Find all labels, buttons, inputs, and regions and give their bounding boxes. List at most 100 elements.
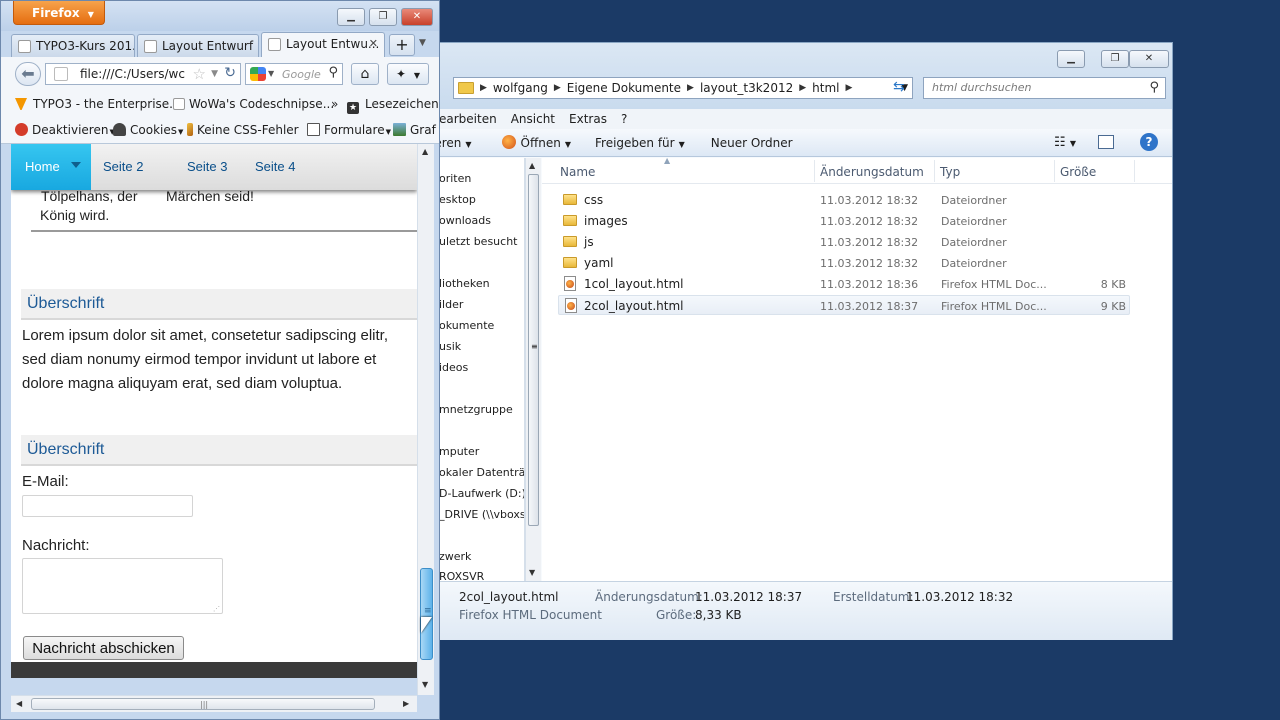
nav-seite-2[interactable]: Seite 2 [103,159,143,174]
nav-item-desktop[interactable]: esktop [439,193,476,206]
column-separator[interactable] [934,160,935,182]
breadcrumb-item[interactable]: wolfgang [487,81,554,95]
wd-images-menu[interactable]: Graf [393,123,436,137]
scroll-down-icon[interactable]: ▼ [529,568,535,577]
file-row[interactable]: 1col_layout.html 11.03.2012 18:36 Firefo… [558,274,1130,294]
new-tab-button[interactable]: + [389,34,415,56]
bookmarks-menu-button[interactable]: ★ Lesezeichen [347,97,439,114]
nav-item-shared-drive[interactable]: _DRIVE (\\vboxs [439,508,524,521]
page-horizontal-scroll-thumb[interactable]: ||| [31,698,375,710]
close-tab-icon[interactable]: ✕ [369,37,378,50]
file-row[interactable]: yaml 11.03.2012 18:32 Dateiordner [558,253,1130,273]
bookmark-typo3[interactable]: TYPO3 - the Enterprise... [15,97,181,111]
nav-item-recent[interactable]: uletzt besucht [439,235,517,248]
nav-item-computer[interactable]: mputer [439,445,479,458]
bookmark-wowa[interactable]: WoWa's Codeschnipse... [173,97,334,111]
nav-pane-scroll-thumb[interactable]: ≡ [528,174,539,526]
nav-item-server[interactable]: ROXSVR [439,570,484,581]
scroll-up-icon[interactable]: ▲ [529,161,535,170]
column-header-date[interactable]: Änderungsdatum [820,165,924,179]
tab-list-dropdown-icon[interactable]: ▼ [419,38,426,48]
breadcrumb-item[interactable]: layout_t3k2012 [694,81,799,95]
menu-help[interactable]: ? [621,112,627,126]
scroll-left-icon[interactable]: ◀ [16,699,22,708]
file-row-selected[interactable]: 2col_layout.html 11.03.2012 18:37 Firefo… [558,295,1130,315]
resize-grip-icon[interactable]: ⋰ [213,605,220,613]
column-header-name[interactable]: Name [560,165,595,179]
email-field[interactable] [22,495,193,517]
breadcrumb-item[interactable]: Eigene Dokumente [561,81,687,95]
column-header-size[interactable]: Größe [1060,165,1096,179]
url-history-dropdown-icon[interactable]: ▼ [211,69,218,79]
nav-item-downloads[interactable]: ownloads [439,214,491,227]
share-button[interactable]: Freigeben für ▼ [585,136,695,150]
refresh-icon[interactable]: ⇆ [893,79,905,95]
nav-pane-scrollbar[interactable]: ▲ ≡ ▼ [525,158,541,581]
wd-css-menu[interactable]: Keine CSS-Fehler [187,123,299,137]
scroll-up-icon[interactable]: ▲ [422,147,428,156]
explorer-maximize-button[interactable]: ❐ [1101,50,1129,68]
bookmarks-overflow-button[interactable]: » [331,97,338,111]
firefox-minimize-button[interactable]: ▁ [337,8,365,26]
explorer-minimize-button[interactable]: ▁ [1057,50,1085,68]
open-button[interactable]: Öffnen ▼ [492,135,581,150]
message-textarea[interactable]: ⋰ [22,558,223,614]
nav-item-local-disk[interactable]: okaler Datenträg [439,466,524,479]
nav-home[interactable]: Home [11,144,91,190]
explorer-address-bar[interactable]: ▶ wolfgang ▶ Eigene Dokumente ▶ layout_t… [453,77,913,99]
tab-layout-entwurf-1[interactable]: Layout Entwurf 1 [137,34,259,57]
new-folder-button[interactable]: Neuer Ordner [701,136,803,150]
page-vertical-scrollbar[interactable]: ▲ ≡ ▼ [417,144,434,695]
view-options-icon[interactable]: ☷ ▼ [1054,135,1076,150]
column-separator[interactable] [814,160,815,182]
page-horizontal-scrollbar[interactable]: ◀ ||| ▶ [11,695,417,712]
file-row[interactable]: css 11.03.2012 18:32 Dateiordner [558,190,1130,210]
nav-item-pictures[interactable]: ilder [439,298,463,311]
file-row[interactable]: images 11.03.2012 18:32 Dateiordner [558,211,1130,231]
wd-disable-menu[interactable]: Deaktivieren▼ [15,123,115,137]
nav-item-network[interactable]: zwerk [439,550,471,563]
reload-icon[interactable]: ↻ [224,65,236,81]
explorer-search-input[interactable]: html durchsuchen ⚲ [923,77,1166,99]
search-icon[interactable]: ⚲ [328,65,338,80]
tab-typo3-kurs[interactable]: TYPO3-Kurs 201... [11,34,135,57]
nav-seite-3[interactable]: Seite 3 [187,159,227,174]
nav-item-documents[interactable]: okumente [439,319,494,332]
file-row[interactable]: js 11.03.2012 18:32 Dateiordner [558,232,1130,252]
nav-item-cd-drive[interactable]: D-Laufwerk (D:) [439,487,524,500]
firefox-close-button[interactable]: ✕ [401,8,433,26]
submit-message-button[interactable]: Nachricht abschicken [23,636,184,660]
wd-forms-menu[interactable]: Formulare▼ [307,123,391,137]
page-vertical-scroll-thumb[interactable]: ≡ [420,568,433,660]
explorer-close-button[interactable]: ✕ [1129,50,1169,68]
menu-view[interactable]: Ansicht [511,112,555,126]
column-separator[interactable] [1134,160,1135,182]
firefox-maximize-button[interactable]: ❐ [369,8,397,26]
nav-item-videos[interactable]: ideos [439,361,468,374]
addon-button[interactable]: ✦ ▼ [387,63,429,85]
breadcrumb-item[interactable]: html [806,81,845,95]
bookmark-star-icon[interactable]: ☆ [193,65,206,83]
preview-pane-icon[interactable] [1098,135,1114,149]
home-icon[interactable]: ⌂ [351,63,379,85]
firefox-menu-button[interactable]: Firefox ▼ [13,1,105,25]
tab-layout-entwurf-active[interactable]: Layout Entwu... ✕ [261,32,385,57]
menu-edit[interactable]: earbeiten [439,112,497,126]
wd-cookies-menu[interactable]: Cookies▼ [113,123,183,137]
column-separator[interactable] [1054,160,1055,182]
scroll-down-icon[interactable]: ▼ [422,680,428,689]
nav-item-libraries[interactable]: liotheken [439,277,490,290]
scroll-right-icon[interactable]: ▶ [403,699,409,708]
nav-item-favorites[interactable]: oriten [439,172,471,185]
url-bar[interactable]: file:///C:/Users/wc ☆ ▼ ↻ [45,63,241,85]
menu-extras[interactable]: Extras [569,112,607,126]
search-engine-dropdown-icon[interactable]: ▼ [268,69,274,78]
back-button[interactable]: ⬅ [15,62,41,86]
nav-item-music[interactable]: usik [439,340,461,353]
nav-item-homegroup[interactable]: mnetzgruppe [439,403,513,416]
help-icon[interactable]: ? [1140,133,1158,151]
nav-seite-4[interactable]: Seite 4 [255,159,295,174]
web-search-input[interactable]: ▼ Google ⚲ [245,63,343,85]
column-header-type[interactable]: Typ [940,165,960,179]
search-icon[interactable]: ⚲ [1149,80,1159,95]
